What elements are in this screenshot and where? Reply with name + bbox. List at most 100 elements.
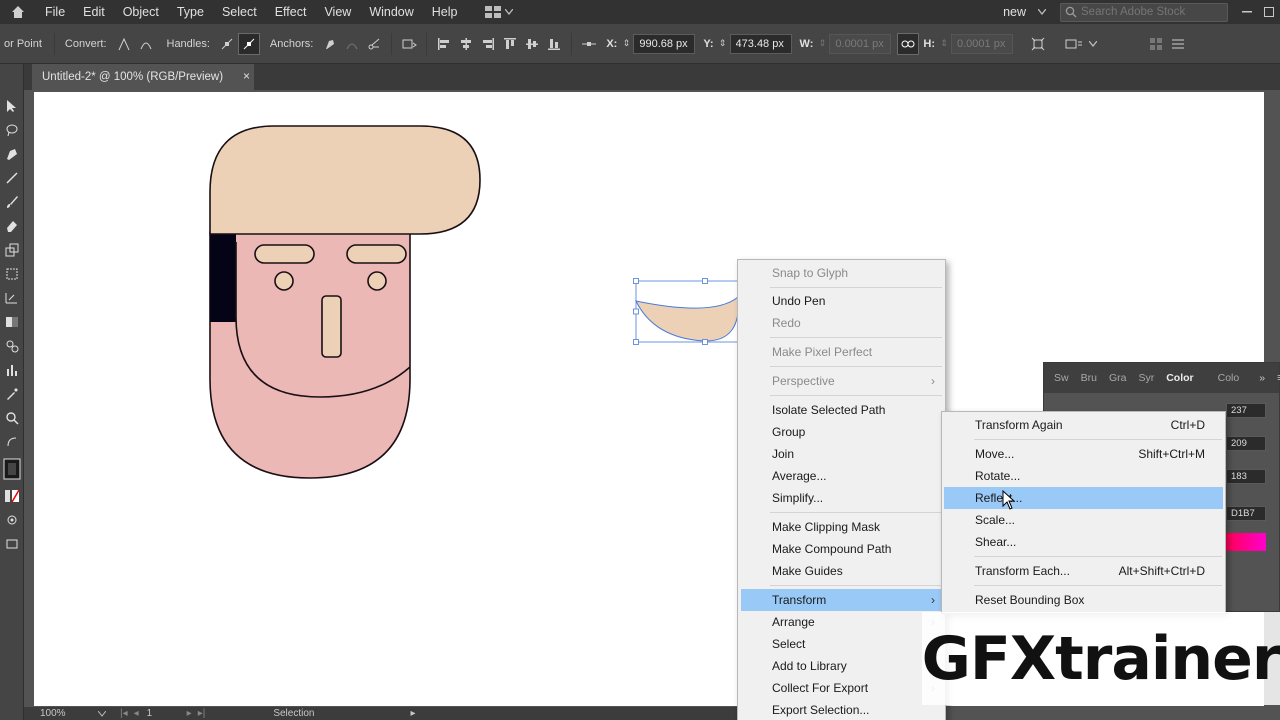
tool-gradient[interactable]: [0, 310, 24, 334]
arrange-icons-button[interactable]: [1145, 33, 1167, 55]
bbox-handle[interactable]: [702, 339, 708, 345]
swap-colors-button[interactable]: [0, 430, 24, 454]
h-input[interactable]: [951, 33, 1013, 54]
selected-path[interactable]: [633, 278, 739, 345]
menu-help[interactable]: Help: [423, 0, 467, 24]
tab-color[interactable]: Color: [1160, 372, 1199, 384]
menu-file[interactable]: File: [36, 0, 74, 24]
align-middle-button[interactable]: [521, 33, 543, 55]
remove-anchor-button[interactable]: [319, 33, 341, 55]
transform-button[interactable]: [398, 33, 420, 55]
tool-graph[interactable]: [0, 358, 24, 382]
bbox-handle[interactable]: [702, 278, 708, 284]
y-stepper[interactable]: ⇕: [718, 38, 728, 49]
convert-to-corner-button[interactable]: [113, 33, 135, 55]
expand-panel-icon[interactable]: »: [1259, 372, 1265, 384]
home-icon[interactable]: [0, 0, 36, 24]
align-top-button[interactable]: [499, 33, 521, 55]
zoom-level[interactable]: 100%: [40, 708, 98, 719]
tool-blend[interactable]: [0, 334, 24, 358]
tool-rotate[interactable]: [0, 238, 24, 262]
submenu-item-scale[interactable]: Scale...: [942, 509, 1225, 531]
menu-item-undo-pen[interactable]: Undo Pen: [738, 290, 945, 312]
x-stepper[interactable]: ⇕: [621, 38, 631, 49]
tab-gradient[interactable]: Gra: [1103, 372, 1133, 384]
bbox-handle[interactable]: [633, 308, 639, 315]
close-tab-icon[interactable]: ×: [243, 69, 250, 83]
tab-color-guide[interactable]: Colo: [1212, 372, 1246, 384]
tab-symbols[interactable]: Syr: [1132, 372, 1160, 384]
minimize-button[interactable]: [1236, 0, 1258, 24]
menu-item-perspective[interactable]: Perspective ›: [738, 370, 945, 392]
cut-path-button[interactable]: [363, 33, 385, 55]
menu-item-transform[interactable]: Transform ›: [741, 589, 942, 611]
menu-item-snap-to-glyph[interactable]: Snap to Glyph: [738, 262, 945, 284]
nose[interactable]: [321, 295, 342, 358]
menu-item-group[interactable]: Group: [738, 421, 945, 443]
constrain-proportions-button[interactable]: [897, 32, 920, 55]
current-tool-status[interactable]: Selection: [273, 708, 314, 719]
screen-mode-button[interactable]: [0, 532, 24, 556]
right-eyebrow[interactable]: [346, 244, 407, 264]
submenu-item-shear[interactable]: Shear...: [942, 531, 1225, 553]
hair-shape[interactable]: [209, 125, 481, 235]
arrange-documents-button[interactable]: [484, 6, 513, 18]
mustache-shape[interactable]: [635, 296, 739, 342]
y-input[interactable]: [729, 33, 792, 54]
submenu-item-rotate[interactable]: Rotate...: [942, 465, 1225, 487]
right-eye[interactable]: [367, 271, 387, 291]
character-face[interactable]: [209, 125, 481, 479]
menu-item-add-to-library[interactable]: Add to Library: [738, 655, 945, 677]
submenu-item-reflect[interactable]: Reflect...: [944, 487, 1223, 509]
reference-point-button[interactable]: [578, 33, 600, 55]
control-menu-button[interactable]: [1167, 33, 1189, 55]
menu-effect[interactable]: Effect: [266, 0, 316, 24]
menu-window[interactable]: Window: [360, 0, 422, 24]
first-artboard-icon[interactable]: |◂: [120, 708, 128, 719]
tool-free-transform[interactable]: [0, 262, 24, 286]
panel-options-button[interactable]: [1063, 33, 1085, 55]
face-shape[interactable]: [209, 231, 411, 479]
draw-mode-button[interactable]: [0, 508, 24, 532]
menu-item-export-selection[interactable]: Export Selection...: [738, 699, 945, 720]
prev-artboard-icon[interactable]: ◂: [134, 708, 139, 719]
left-eyebrow[interactable]: [254, 244, 315, 264]
menu-item-average[interactable]: Average...: [738, 465, 945, 487]
align-bottom-button[interactable]: [543, 33, 565, 55]
sideburn[interactable]: [210, 232, 236, 322]
bbox-handle[interactable]: [633, 339, 639, 345]
submenu-item-move[interactable]: Move... Shift+Ctrl+M: [942, 443, 1225, 465]
connect-anchors-button[interactable]: [341, 33, 363, 55]
tool-zoom[interactable]: [0, 406, 24, 430]
convert-to-smooth-button[interactable]: [135, 33, 157, 55]
isolate-button[interactable]: [1027, 33, 1049, 55]
artboard-number[interactable]: 1: [147, 708, 187, 719]
menu-item-collect-for-export[interactable]: Collect For Export›: [738, 677, 945, 699]
red-value[interactable]: 237: [1226, 403, 1266, 418]
menu-item-make-clipping-mask[interactable]: Make Clipping Mask: [738, 516, 945, 538]
menu-item-arrange[interactable]: Arrange›: [738, 611, 945, 633]
submenu-item-transform-each[interactable]: Transform Each... Alt+Shift+Ctrl+D: [942, 560, 1225, 582]
document-tab[interactable]: Untitled-2* @ 100% (RGB/Preview) ×: [32, 64, 254, 90]
left-eye[interactable]: [274, 271, 294, 291]
menu-view[interactable]: View: [315, 0, 360, 24]
tool-paintbrush[interactable]: [0, 190, 24, 214]
submenu-item-reset-bounding-box[interactable]: Reset Bounding Box: [942, 589, 1225, 611]
tool-eyedropper[interactable]: [0, 382, 24, 406]
color-mode-button[interactable]: [0, 484, 24, 508]
tab-swatches[interactable]: Sw: [1048, 372, 1075, 384]
green-value[interactable]: 209: [1226, 436, 1266, 451]
menu-item-make-guides[interactable]: Make Guides: [738, 560, 945, 582]
hex-value[interactable]: D1B7: [1226, 506, 1266, 521]
menu-select[interactable]: Select: [213, 0, 266, 24]
tool-pen[interactable]: [0, 142, 24, 166]
submenu-item-transform-again[interactable]: Transform Again Ctrl+D: [942, 414, 1225, 436]
align-right-button[interactable]: [477, 33, 499, 55]
tool-lasso[interactable]: [0, 118, 24, 142]
stock-search-input[interactable]: [1081, 6, 1221, 18]
show-handles-button[interactable]: [216, 33, 238, 55]
menu-item-make-pixel-perfect[interactable]: Make Pixel Perfect: [738, 341, 945, 363]
tab-brushes[interactable]: Bru: [1075, 372, 1103, 384]
stroke-swatch[interactable]: [0, 454, 24, 484]
status-forward-icon[interactable]: ▸: [410, 708, 415, 719]
